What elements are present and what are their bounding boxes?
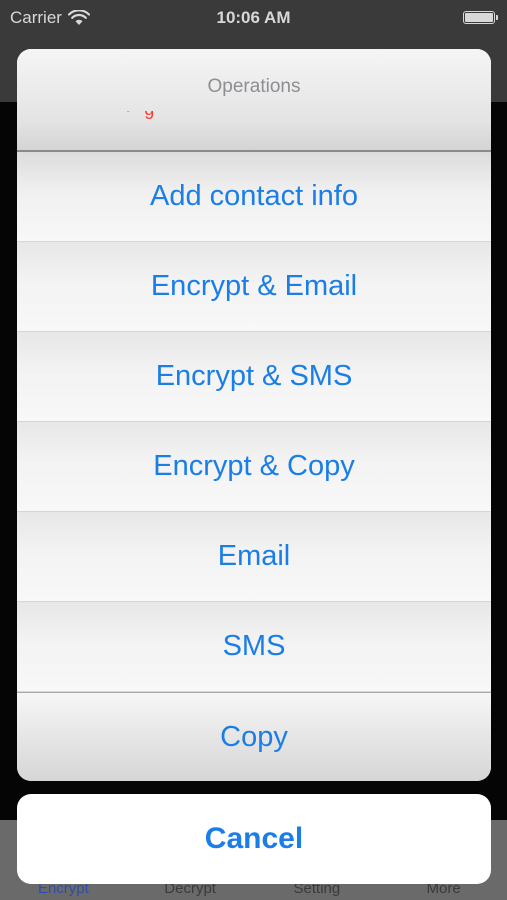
- status-time: 10:06 AM: [216, 8, 291, 27]
- action-sheet: Operations • g Add contact info Encrypt …: [17, 49, 491, 781]
- encrypt-sms-button[interactable]: Encrypt & SMS: [17, 332, 491, 422]
- encrypt-email-button[interactable]: Encrypt & Email: [17, 242, 491, 332]
- email-button[interactable]: Email: [17, 512, 491, 602]
- encrypt-copy-button[interactable]: Encrypt & Copy: [17, 422, 491, 512]
- copy-button[interactable]: Copy: [17, 692, 491, 781]
- battery-icon: [463, 11, 498, 24]
- sms-button[interactable]: SMS: [17, 602, 491, 692]
- status-bar: Carrier 10:06 AM: [0, 0, 507, 36]
- add-contact-info-button[interactable]: Add contact info: [17, 152, 491, 242]
- background-text-fragment: • g: [125, 111, 165, 121]
- action-sheet-header: Operations • g: [17, 49, 491, 152]
- cancel-button[interactable]: Cancel: [17, 794, 491, 884]
- action-sheet-title: Operations: [207, 76, 301, 97]
